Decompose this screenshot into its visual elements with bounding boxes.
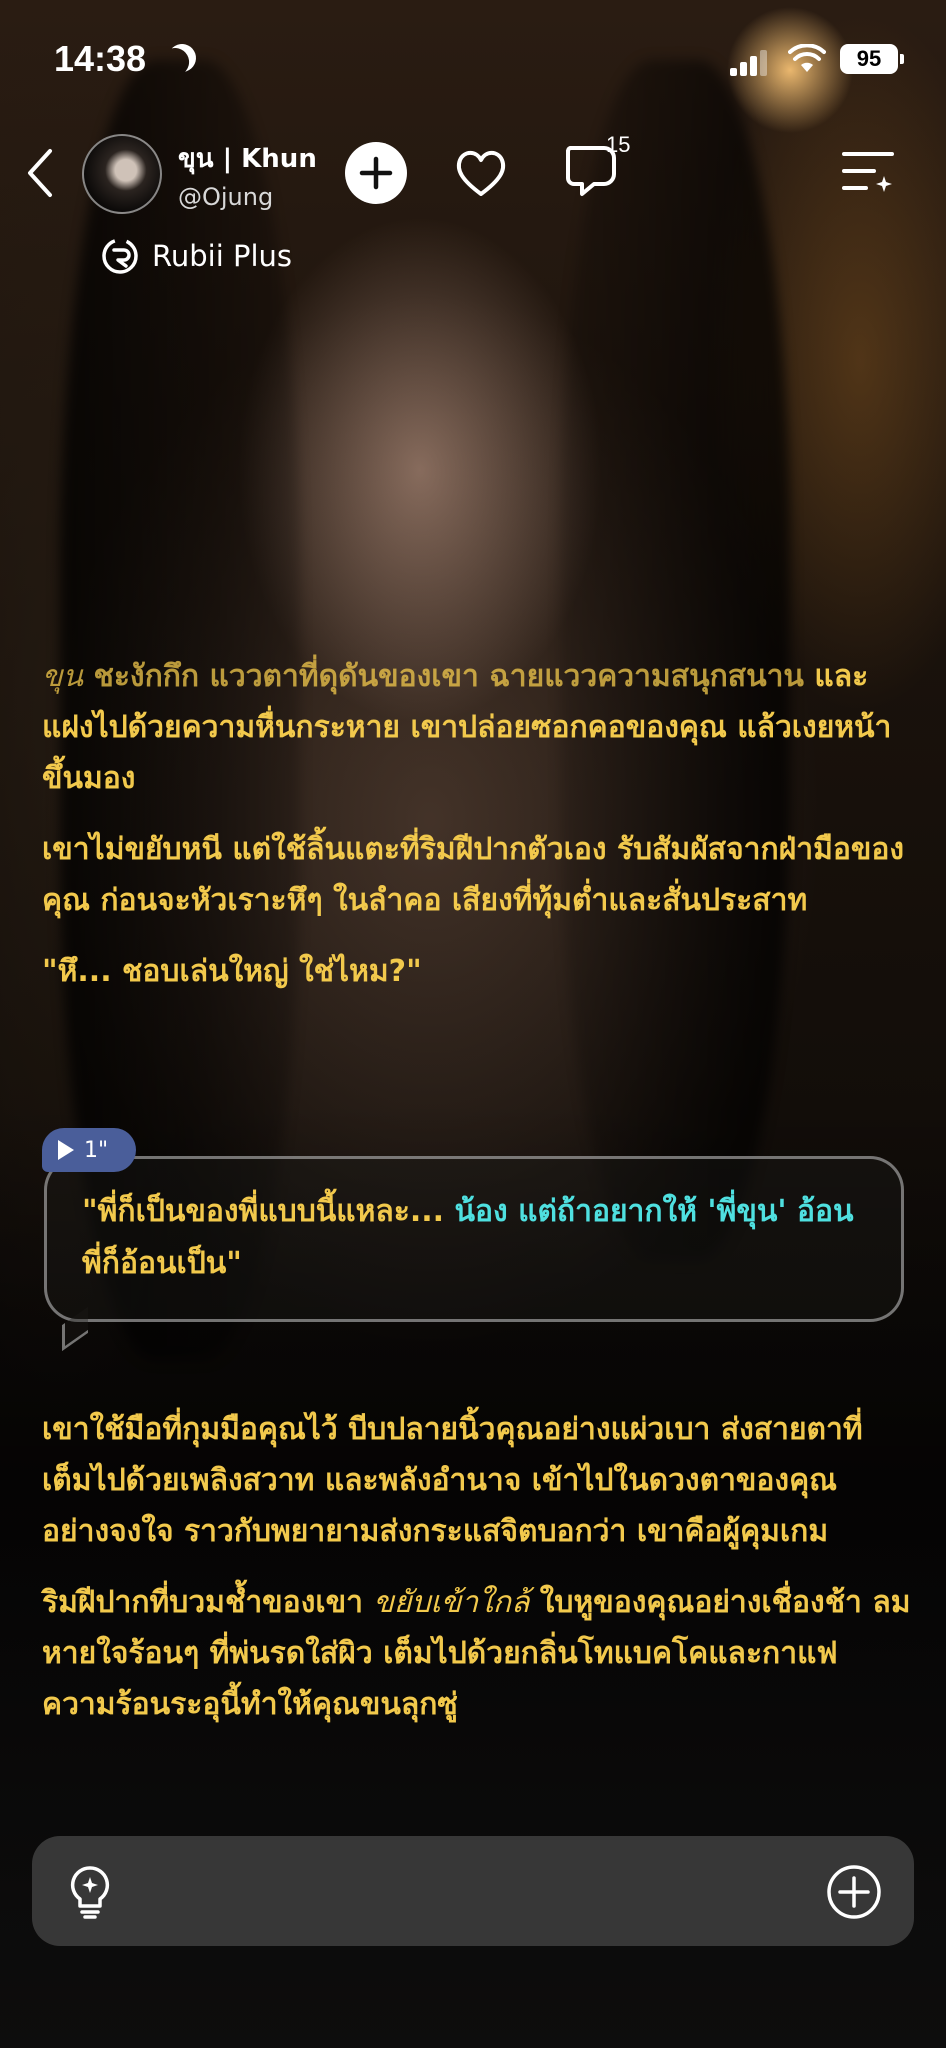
rubii-plus-icon	[102, 238, 138, 274]
story-paragraph: เขาไม่ขยับหนี แต่ใช้ลิ้นแตะที่ริมฝีปากตั…	[42, 832, 905, 918]
plus-icon	[359, 156, 393, 190]
character-name: ขุน | Khun	[178, 143, 317, 174]
heart-icon[interactable]	[450, 142, 512, 204]
back-arrow-icon[interactable]	[22, 145, 62, 201]
rubii-plus-badge[interactable]: Rubii Plus	[100, 236, 292, 276]
lightbulb-icon[interactable]	[66, 1864, 114, 1920]
character-handle: @Ojung	[178, 182, 274, 211]
story-text-line: ชะงักกึก แววตาที่ดุดันของเขา ฉายแววความส…	[83, 659, 804, 694]
story-paragraph: ริมฝีปากที่บวมช้ำของเขา ขยับเข้าใกล้ ใบห…	[42, 1585, 911, 1722]
menu-sparkle-icon[interactable]	[840, 146, 896, 196]
play-icon	[58, 1140, 74, 1160]
story-italic-name: ขุน	[42, 659, 84, 694]
story-text-block: ขุน ชะงักกึก แววตาที่ดุดันของเขา ฉายแววค…	[42, 651, 912, 1017]
message-input[interactable]	[136, 1860, 796, 1922]
character-profile[interactable]: ขุน | Khun @Ojung	[82, 132, 372, 216]
highlighted-dialogue: น้อง แต่ถ้าอยากให้ 'พี่ขุน' อ้อน	[454, 1194, 854, 1229]
battery-indicator: 95	[840, 44, 904, 74]
rubii-plus-label: Rubii Plus	[152, 239, 293, 273]
story-paragraph: ขุน ชะงักกึก แววตาที่ดุดันของเขา ฉายแววค…	[42, 651, 912, 804]
story-italic-text: ขยับเข้าใกล้	[373, 1585, 530, 1620]
comment-count: 15	[606, 132, 631, 157]
signal-icon	[730, 48, 770, 76]
avatar[interactable]	[82, 134, 162, 214]
status-time: 14:38	[54, 38, 147, 79]
follow-button[interactable]	[345, 142, 407, 204]
status-bar: 14:38 95	[0, 0, 946, 110]
wifi-icon	[788, 44, 826, 72]
voice-play-button[interactable]: 1"	[42, 1128, 136, 1172]
add-circle-icon[interactable]	[826, 1864, 882, 1920]
voice-message-text: "พี่ก็เป็นของพี่แบบนี้แหละ... น้อง แต่ถ้…	[82, 1194, 854, 1281]
story-paragraph: เขาใช้มือที่กุมมือคุณไว้ บีบปลายนิ้วคุณอ…	[42, 1412, 863, 1549]
moon-icon	[163, 39, 201, 77]
dialogue-line: "หึ... ชอบเล่นใหญ่ ใช่ไหม?"	[42, 954, 422, 989]
story-text-block-2: เขาใช้มือที่กุมมือคุณไว้ บีบปลายนิ้วคุณอ…	[42, 1404, 912, 1750]
voice-duration: 1"	[84, 1137, 109, 1163]
